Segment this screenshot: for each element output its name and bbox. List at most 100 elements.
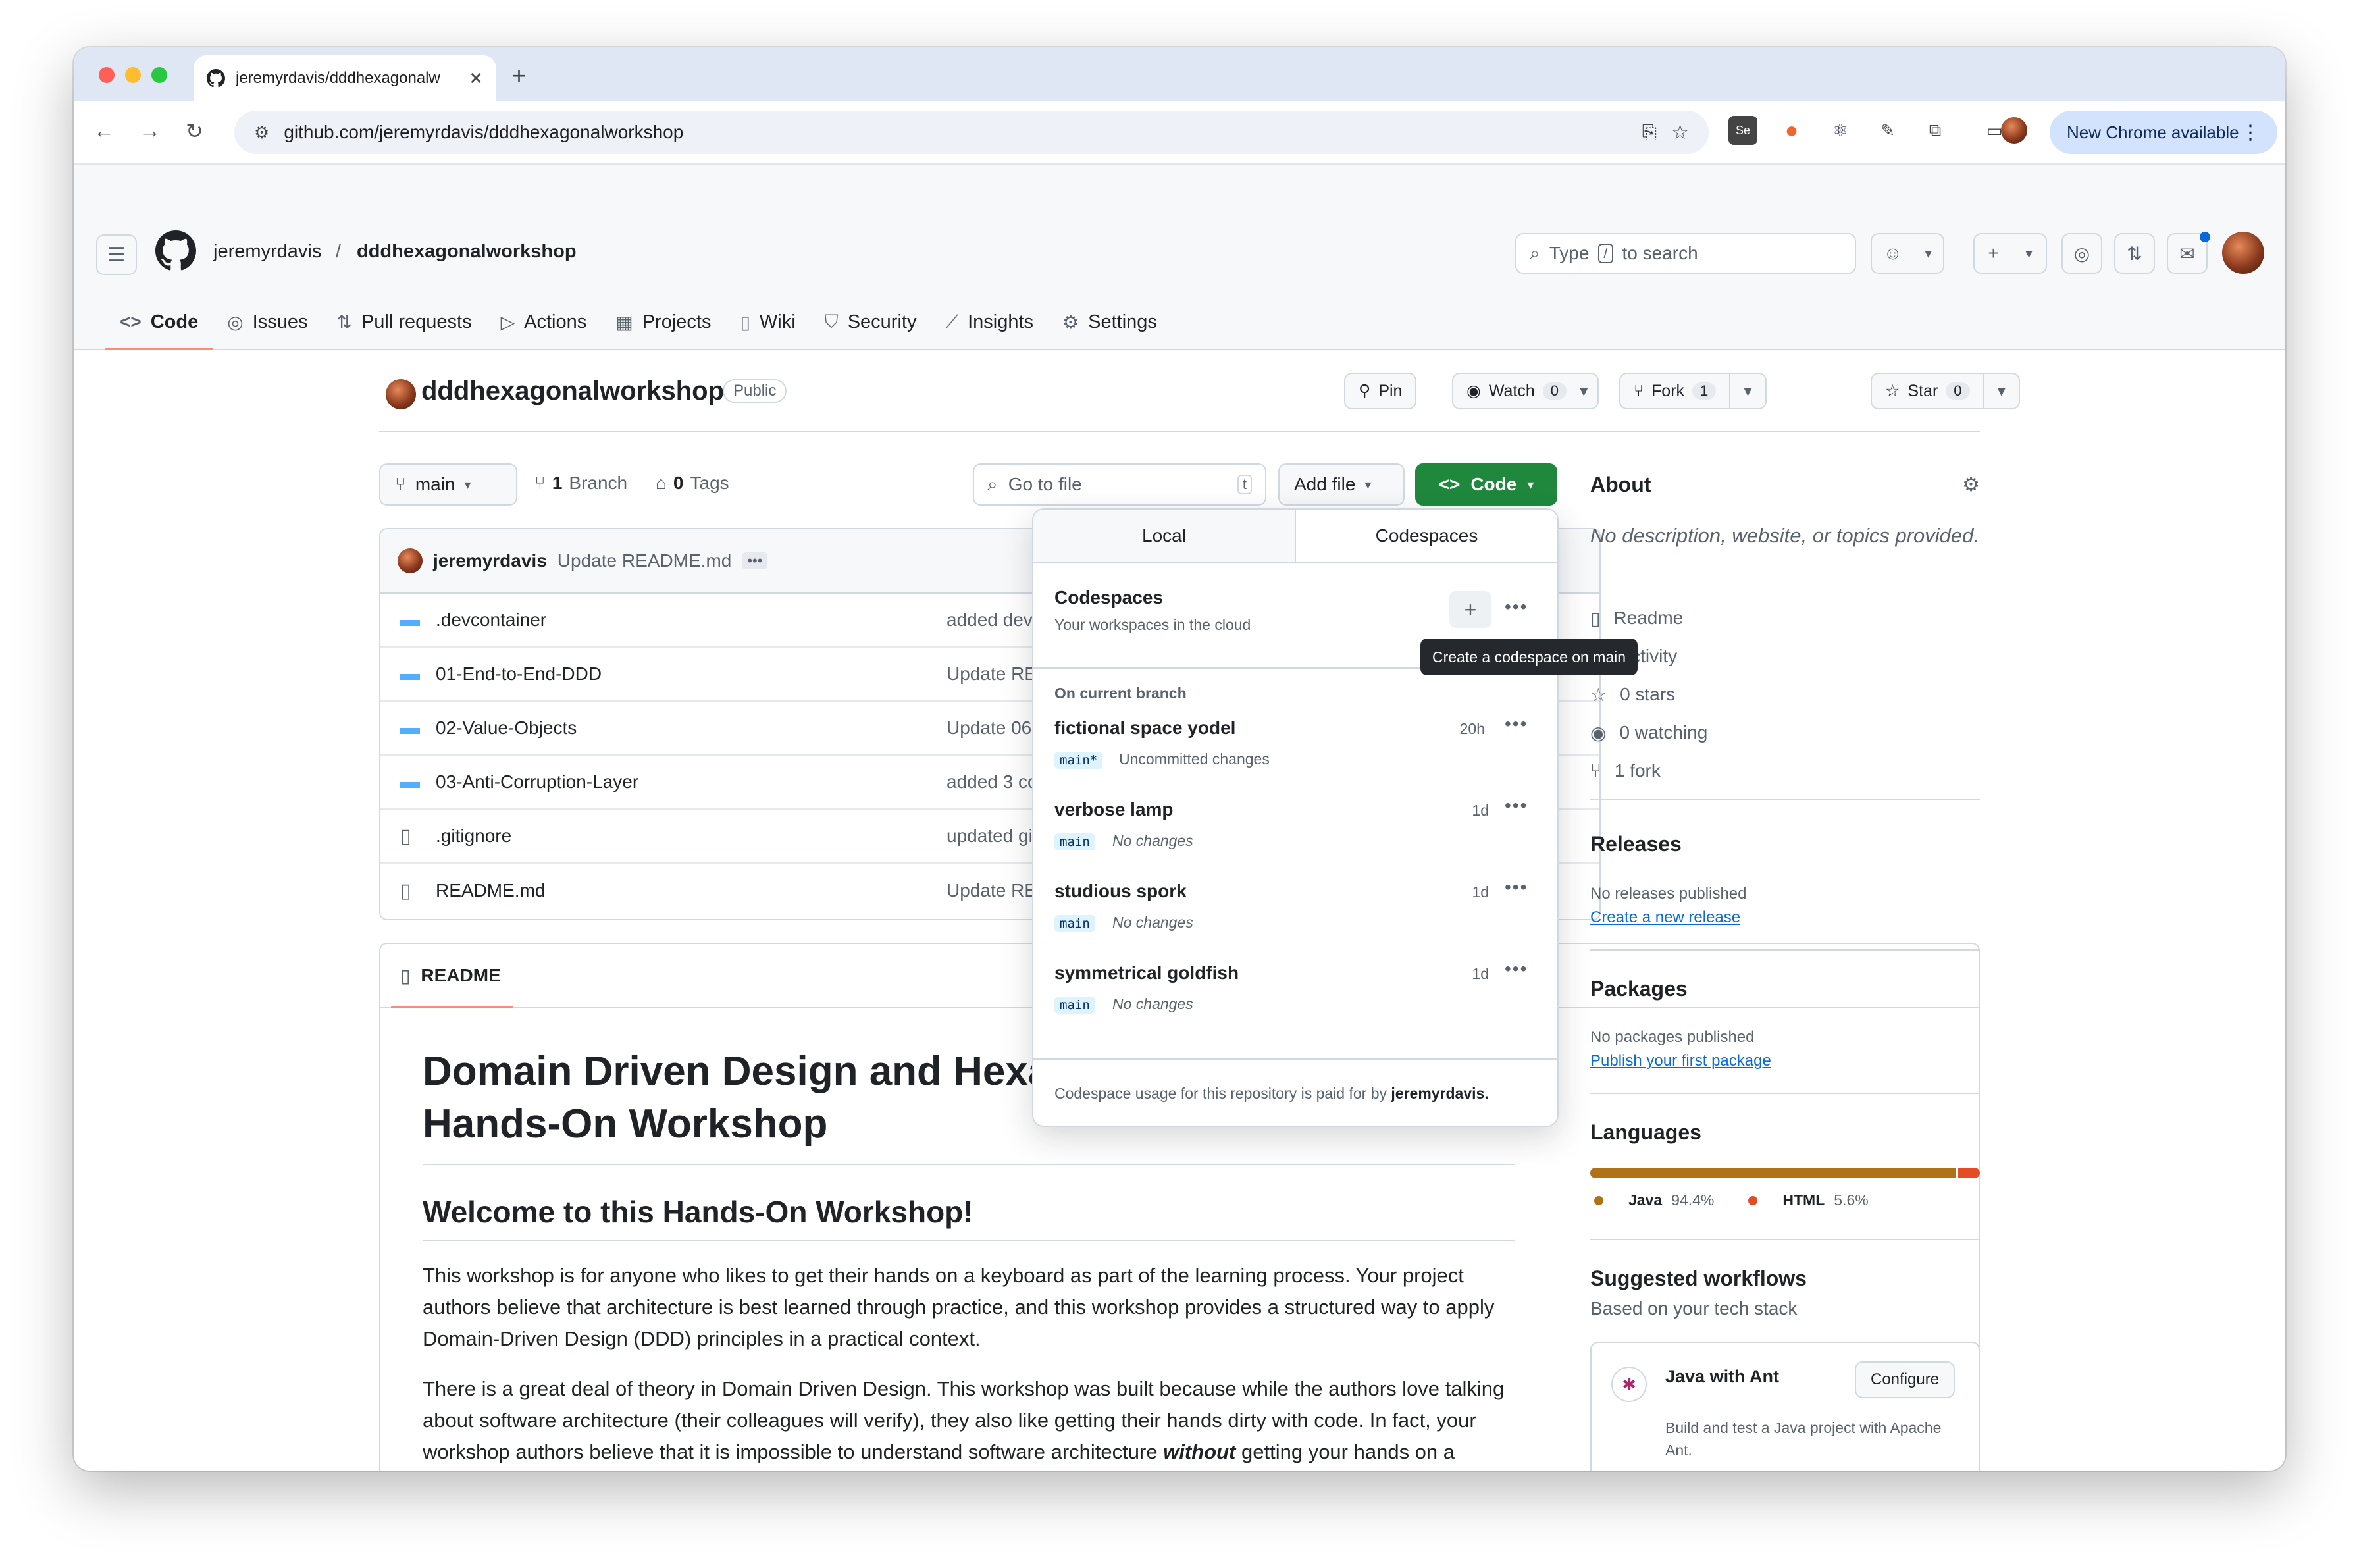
file-name[interactable]: 03-Anti-Corruption-Layer <box>436 771 638 793</box>
language-legend-item[interactable]: Java 94.4% <box>1590 1191 1714 1209</box>
packages-title[interactable]: Packages <box>1590 977 1980 1001</box>
codespaces-more-icon[interactable]: ••• <box>1505 596 1528 617</box>
github-favicon-icon <box>207 69 225 88</box>
go-to-file-placeholder: Go to file <box>1008 474 1082 494</box>
forks-link[interactable]: ⑂ 1 fork <box>1590 752 1980 790</box>
pin-label: Pin <box>1378 381 1403 400</box>
url-text: github.com/jeremyrdavis/dddhexagonalwork… <box>284 122 684 142</box>
close-tab-icon[interactable]: ✕ <box>469 68 483 89</box>
chevron-down-icon: ▾ <box>1925 246 1932 261</box>
tab-insights[interactable]: ⟋ Insights <box>931 294 1048 350</box>
file-name[interactable]: .gitignore <box>436 825 511 847</box>
code-button[interactable]: <> Code ▾ <box>1415 463 1557 506</box>
language-name: Java <box>1628 1191 1663 1209</box>
owner-link[interactable]: jeremyrdavis <box>213 241 321 263</box>
add-file-button[interactable]: Add file ▾ <box>1278 463 1405 506</box>
site-settings-icon[interactable]: ⚙ <box>254 122 269 143</box>
forward-icon[interactable]: → <box>140 118 161 143</box>
watch-button[interactable]: ◉ Watch 0 ▾ <box>1452 373 1599 409</box>
configure-button[interactable]: Configure <box>1855 1361 1956 1398</box>
search-input[interactable]: ⌕ Type / to search <box>1515 233 1856 274</box>
chevron-down-icon[interactable]: ▾ <box>1729 374 1765 408</box>
user-avatar[interactable] <box>2222 232 2264 274</box>
issues-button[interactable]: ◎ <box>2061 233 2102 274</box>
codespaces-subheading: Your workspaces in the cloud <box>1054 616 1251 633</box>
repo-owner-avatar <box>386 379 416 409</box>
file-name[interactable]: .devcontainer <box>436 610 546 631</box>
create-new-button[interactable]: + ▾ <box>1973 233 2047 274</box>
pin-button[interactable]: ⚲ Pin <box>1344 373 1417 409</box>
tags-link[interactable]: ⌂ 0 Tags <box>656 473 729 494</box>
extension-se-icon[interactable]: Se <box>1728 116 1757 145</box>
maximize-window-button[interactable] <box>151 67 167 83</box>
extensions-puzzle-icon[interactable]: ⧉ <box>1921 116 1950 145</box>
copilot-button[interactable]: ☺ ▾ <box>1871 233 1944 274</box>
ellipsis-icon[interactable]: ••• <box>742 552 768 569</box>
tab-settings[interactable]: ⚙ Settings <box>1048 294 1172 350</box>
tab-codespaces[interactable]: Codespaces <box>1296 510 1557 562</box>
tags-label: Tags <box>690 473 729 493</box>
publish-package-link[interactable]: Publish your first package <box>1590 1052 1980 1070</box>
tag-icon: ⌂ <box>656 473 667 493</box>
chevron-down-icon[interactable]: ▾ <box>1983 374 2019 408</box>
minimize-window-button[interactable] <box>125 67 141 83</box>
codespace-more-icon[interactable]: ••• <box>1505 877 1528 898</box>
star-button[interactable]: ☆ Star 0 ▾ <box>1871 373 2021 409</box>
new-tab-button[interactable]: + <box>512 62 526 90</box>
file-name[interactable]: README.md <box>436 880 545 901</box>
chrome-update-button[interactable]: New Chrome available ⋮ <box>2050 111 2277 154</box>
commit-message[interactable]: Update README.md <box>557 550 732 571</box>
github-logo-icon[interactable] <box>155 230 196 271</box>
back-icon[interactable]: ← <box>93 118 115 143</box>
bookmark-star-icon[interactable]: ☆ <box>1671 121 1689 144</box>
tab-label: Issues <box>252 311 308 332</box>
go-to-file-input[interactable]: ⌕ Go to file t <box>973 463 1266 506</box>
pull-requests-button[interactable]: ⇅ <box>2114 233 2155 274</box>
repo-title[interactable]: dddhexagonalworkshop <box>421 377 724 406</box>
stars-link[interactable]: ☆ 0 stars <box>1590 675 1980 714</box>
reload-icon[interactable]: ↻ <box>186 118 203 144</box>
watching-link[interactable]: ◉ 0 watching <box>1590 714 1980 752</box>
install-app-icon[interactable]: ⎘ <box>1642 122 1657 144</box>
chrome-profile-avatar[interactable] <box>2001 117 2027 144</box>
tab-label: Settings <box>1088 311 1157 332</box>
fork-button[interactable]: ⑂ Fork 1 ▾ <box>1619 373 1767 409</box>
menu-icon[interactable]: ☰ <box>96 234 137 275</box>
codespace-more-icon[interactable]: ••• <box>1505 714 1528 735</box>
tab-security[interactable]: ⛉ Security <box>810 294 931 350</box>
extension-eyedropper-icon[interactable]: ✎ <box>1873 116 1902 145</box>
gear-icon[interactable]: ⚙ <box>1962 473 1980 496</box>
create-codespace-button[interactable]: + <box>1449 591 1491 628</box>
extension-orange-icon[interactable]: ● <box>1777 116 1806 145</box>
chrome-menu-icon[interactable]: ⋮ <box>2241 121 2260 144</box>
branch-selector[interactable]: ⑂ main ▾ <box>379 463 517 506</box>
commit-author[interactable]: jeremyrdavis <box>433 550 547 571</box>
codespace-more-icon[interactable]: ••• <box>1505 795 1528 816</box>
browser-tab[interactable]: jeremyrdavis/dddhexagonalw ✕ <box>194 55 496 101</box>
codespace-more-icon[interactable]: ••• <box>1505 958 1528 980</box>
file-name[interactable]: 02-Value-Objects <box>436 718 577 739</box>
tab-pull-requests[interactable]: ⇅ Pull requests <box>322 294 486 350</box>
file-name[interactable]: 01-End-to-End-DDD <box>436 664 602 685</box>
chevron-down-icon: ▾ <box>1364 477 1372 492</box>
create-release-link[interactable]: Create a new release <box>1590 908 1980 927</box>
language-legend-item[interactable]: HTML 5.6% <box>1744 1191 1869 1209</box>
branches-link[interactable]: ⑂ 1 Branch <box>534 473 627 494</box>
tab-actions[interactable]: ▷ Actions <box>486 294 602 350</box>
tab-issues[interactable]: ◎ Issues <box>213 294 322 350</box>
codespace-age: 1d <box>1472 802 1489 819</box>
address-bar[interactable]: ⚙ github.com/jeremyrdavis/dddhexagonalwo… <box>234 111 1709 154</box>
releases-title[interactable]: Releases <box>1590 832 1980 856</box>
repo-link[interactable]: dddhexagonalworkshop <box>357 241 577 263</box>
tags-count: 0 <box>673 473 684 493</box>
close-window-button[interactable] <box>99 67 115 83</box>
activity-link[interactable]: ∿Activity <box>1590 637 1980 675</box>
tab-projects[interactable]: ▦ Projects <box>601 294 725 350</box>
readme-link[interactable]: ▯ Readme <box>1590 599 1980 637</box>
tab-code[interactable]: <> Code <box>105 294 213 350</box>
tab-wiki[interactable]: ▯ Wiki <box>725 294 810 350</box>
tab-local[interactable]: Local <box>1033 510 1296 562</box>
extension-react-icon[interactable]: ⚛ <box>1826 116 1855 145</box>
inbox-icon: ✉ <box>2179 243 2195 264</box>
chevron-down-icon[interactable]: ▾ <box>1580 374 1597 408</box>
